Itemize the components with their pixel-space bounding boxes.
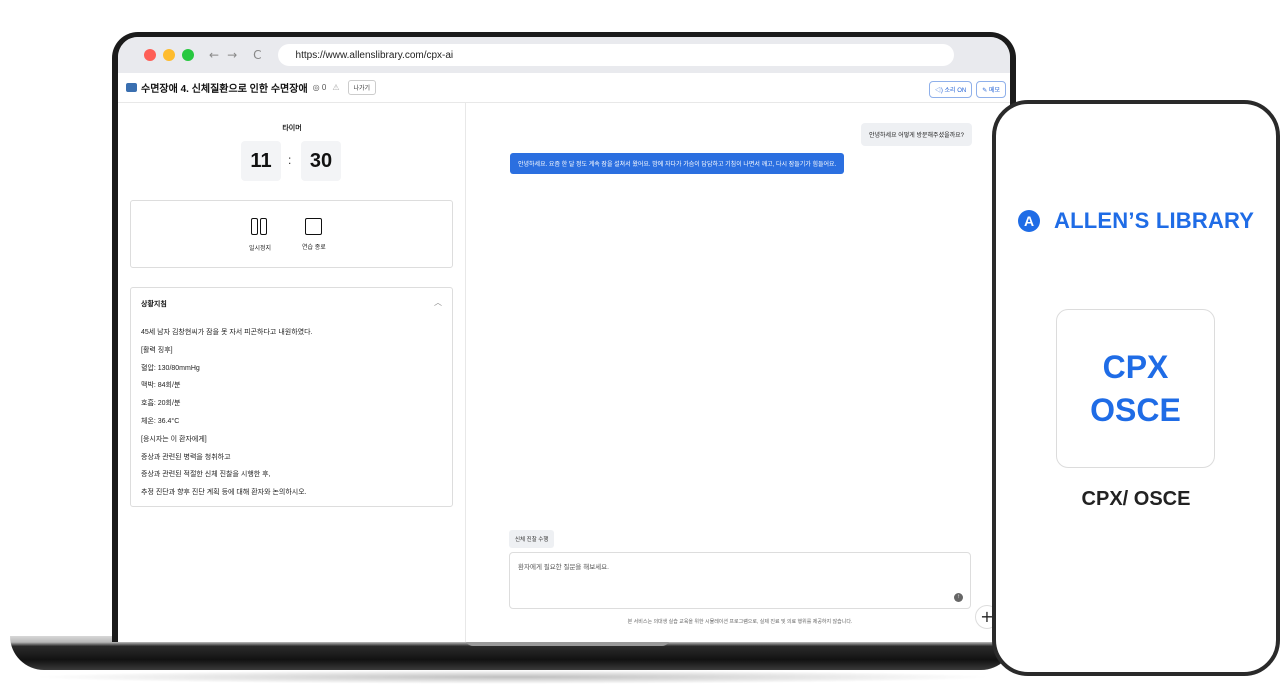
timer-minutes: 11: [241, 141, 281, 181]
send-icon[interactable]: ↑: [954, 593, 963, 602]
left-panel: 타이머 11 : 30 일시정지 연습 종료 상황지침 ︿ 45세 남자 김창현…: [118, 103, 466, 642]
tile-line-osce: OSCE: [1090, 391, 1181, 428]
scenario-line: 호흡: 20회/분: [141, 400, 181, 408]
exit-button[interactable]: 나가기: [347, 80, 377, 95]
tile-caption: CPX/ OSCE: [1081, 488, 1191, 510]
student-message: 안녕하세요 어떻게 방문해주셨을까요?: [861, 123, 972, 146]
scenario-line: 추정 진단과 향후 진단 계획 등에 대해 환자와 논의하시오.: [141, 489, 307, 497]
stage: ← → C https://www.allenslibrary.com/cpx-…: [0, 0, 1280, 692]
scenario-text: 45세 남자 김창현씨가 잠을 못 자서 피곤하다고 내원하였다. [활력 징후…: [141, 324, 441, 502]
end-practice-button[interactable]: 연습 종료: [302, 218, 326, 251]
brand-row: A ALLEN’S LIBRARY: [1018, 208, 1254, 234]
physical-exam-button[interactable]: 신체 진찰 수행: [509, 530, 555, 548]
forward-arrow-icon[interactable]: →: [227, 48, 237, 62]
scenario-line: 체온: 36.4°C: [141, 417, 180, 425]
views-indicator: ◎ 0: [313, 83, 327, 92]
scenario-line: 증상과 관련된 병력을 청취하고: [141, 453, 231, 461]
speaker-icon: ◁): [934, 88, 943, 94]
question-placeholder: 환자에게 필요한 질문을 해보세요.: [518, 564, 609, 571]
scenario-title: 상황지침: [141, 301, 167, 308]
memo-button[interactable]: ✎ 메모: [976, 81, 1006, 98]
laptop-screen: ← → C https://www.allenslibrary.com/cpx-…: [118, 37, 1010, 642]
back-arrow-icon[interactable]: ←: [209, 48, 219, 62]
scenario-line: [활력 징후]: [141, 346, 173, 354]
view-count: 0: [321, 83, 327, 92]
reload-icon[interactable]: C: [253, 48, 261, 62]
timer-seconds: 30: [301, 141, 341, 181]
disclaimer: 본 서비스는 의대생 실습 교육을 위한 시뮬레이션 프로그램으로, 실제 진료…: [627, 619, 853, 625]
scenario-line: [응시자는 이 환자에게]: [141, 435, 207, 443]
scenario-panel: 상황지침 ︿ 45세 남자 김창현씨가 잠을 못 자서 피곤하다고 내원하였다.…: [130, 287, 453, 507]
minimize-window-dot[interactable]: [163, 49, 175, 61]
question-input[interactable]: 환자에게 필요한 질문을 해보세요. ↑: [509, 552, 971, 609]
stop-icon: [305, 218, 323, 235]
case-title: 수면장애 4. 신체질환으로 인한 수면장애: [141, 84, 308, 95]
sound-label: 소리 ON: [944, 88, 967, 94]
maximize-window-dot[interactable]: [182, 49, 194, 61]
memo-label: 메모: [988, 88, 1000, 94]
scenario-line: 맥박: 84회/분: [141, 382, 181, 390]
eye-icon: ◎: [312, 83, 320, 92]
timer-label: 타이머: [282, 125, 302, 132]
scenario-line: 혈압: 130/80mmHg: [141, 364, 200, 372]
pause-button[interactable]: 일시정지: [249, 218, 271, 252]
address-bar[interactable]: https://www.allenslibrary.com/cpx-ai: [277, 44, 954, 66]
end-practice-label: 연습 종료: [302, 245, 326, 251]
app-header: 수면장애 4. 신체질환으로 인한 수면장애 ◎ 0 ⚠ 나가기 ◁) 소리 O…: [118, 73, 1010, 103]
header-actions: ◁) 소리 ON ✎ 메모: [928, 81, 1006, 98]
cpx-osce-tile[interactable]: CPX OSCE: [1056, 309, 1215, 468]
case-icon: [126, 83, 137, 92]
practice-controls: 일시정지 연습 종료: [130, 200, 453, 268]
pause-label: 일시정지: [249, 246, 272, 252]
warning-icon[interactable]: ⚠: [332, 83, 339, 92]
memo-icon: ✎: [982, 88, 988, 94]
timer-colon: :: [288, 153, 292, 167]
brand-name: ALLEN’S LIBRARY: [1054, 208, 1255, 233]
patient-message: 안녕하세요. 요즘 한 달 정도 계속 잠을 설쳐서 왔어요. 밤에 자다가 가…: [510, 153, 845, 174]
pause-icon: [251, 218, 269, 236]
scenario-line: 45세 남자 김창현씨가 잠을 못 자서 피곤하다고 내원하였다.: [141, 329, 313, 336]
chat-panel: 안녕하세요 어떻게 방문해주셨을까요? 안녕하세요. 요즘 한 달 정도 계속 …: [466, 103, 1010, 642]
close-window-dot[interactable]: [144, 49, 156, 61]
laptop-shadow: [30, 670, 995, 684]
scenario-line: 증상과 관련된 적절한 신체 진찰을 시행한 후,: [141, 471, 271, 479]
sound-toggle-button[interactable]: ◁) 소리 ON: [928, 81, 973, 98]
tile-line-cpx: CPX: [1102, 348, 1169, 385]
browser-toolbar: ← → C https://www.allenslibrary.com/cpx-…: [118, 37, 1010, 73]
brand-logo-icon: A: [1018, 210, 1040, 232]
chevron-up-icon[interactable]: ︿: [434, 297, 442, 308]
phone-mockup: A ALLEN’S LIBRARY CPX OSCE CPX/ OSCE: [992, 100, 1280, 676]
